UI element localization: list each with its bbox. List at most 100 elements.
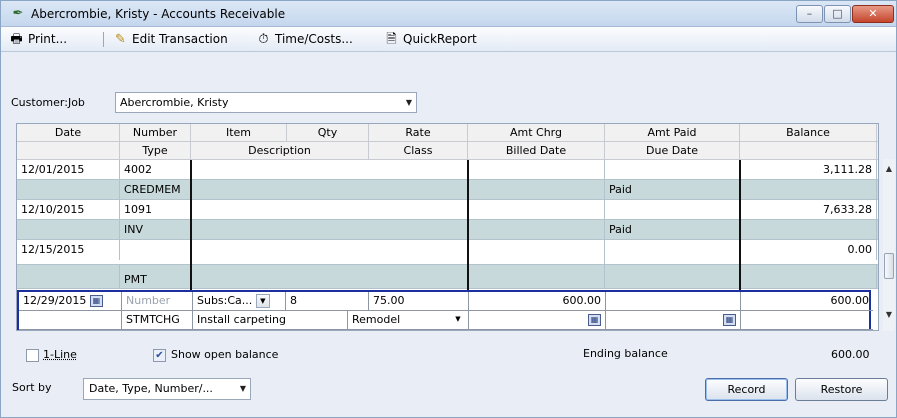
balance-cell: 3,111.28: [740, 160, 877, 180]
calendar-icon[interactable]: ▦: [588, 314, 601, 326]
description-cell: [191, 220, 468, 240]
header-number[interactable]: Number: [120, 124, 191, 142]
header-blank-2: [740, 142, 877, 160]
billed-date-cell: [468, 220, 605, 240]
table-row[interactable]: PMT: [17, 265, 878, 289]
header-amt-chrg[interactable]: Amt Chrg: [468, 124, 605, 142]
table-row[interactable]: 12/15/2015 0.00: [17, 240, 878, 265]
billed-date-cell: [468, 265, 605, 289]
rate-input[interactable]: 75.00: [369, 292, 469, 311]
type-cell: PMT: [120, 265, 191, 289]
header-description[interactable]: Description: [191, 142, 369, 160]
class-dropdown[interactable]: Remodel ▼: [348, 311, 469, 330]
billed-date-cell: [468, 180, 605, 200]
quickreport-button[interactable]: 🗎 QuickReport: [383, 30, 477, 49]
close-button[interactable]: ✕: [852, 5, 894, 23]
blank-cell: [19, 311, 122, 330]
amt-chrg-cell: [468, 240, 605, 265]
due-date-cell: [605, 265, 740, 289]
record-button[interactable]: Record: [705, 378, 788, 401]
register-scrollbar[interactable]: ▲ ▼: [883, 159, 895, 331]
date-value: 12/29/2015: [23, 294, 87, 307]
amt-paid-cell: [605, 240, 740, 265]
amt-paid-cell: [605, 200, 740, 220]
date-input[interactable]: 12/29/2015 ▦: [19, 292, 122, 311]
header-item[interactable]: Item: [191, 124, 287, 142]
chevron-down-icon: ▼: [239, 384, 246, 393]
stopwatch-icon: ⏱: [258, 32, 269, 47]
blank-cell: [17, 220, 120, 240]
table-row[interactable]: 12/10/2015 1091 7,633.28: [17, 200, 878, 220]
description-cell: [191, 180, 468, 200]
calendar-icon[interactable]: ▦: [89, 295, 103, 307]
table-row[interactable]: CREDMEM Paid: [17, 180, 878, 200]
header-class[interactable]: Class: [369, 142, 468, 160]
date-cell: 12/01/2015: [17, 160, 120, 180]
minimize-button[interactable]: –: [796, 5, 823, 23]
print-button[interactable]: 🖶 Print...: [8, 30, 67, 49]
date-cell: 12/15/2015: [17, 240, 120, 260]
chevron-down-icon[interactable]: ▼: [451, 313, 465, 327]
billed-date-input[interactable]: ▦: [469, 311, 606, 330]
header-row-2: Type Description Class Billed Date Due D…: [17, 142, 878, 160]
header-date[interactable]: Date: [17, 124, 120, 142]
number-input[interactable]: Number: [122, 292, 193, 311]
header-type[interactable]: Type: [120, 142, 191, 160]
sort-by-dropdown[interactable]: Date, Type, Number/... ▼: [83, 378, 251, 400]
scroll-down-icon[interactable]: ▼: [883, 309, 895, 321]
quickreport-label: QuickReport: [403, 32, 477, 46]
one-line-label[interactable]: 1-Line: [43, 348, 77, 362]
time-costs-button[interactable]: ⏱ Time/Costs...: [255, 30, 352, 49]
sort-by-label: Sort by: [12, 381, 52, 394]
due-date-input[interactable]: ▦: [606, 311, 741, 330]
header-blank: [17, 142, 120, 160]
header-amt-paid[interactable]: Amt Paid: [605, 124, 740, 142]
amt-chrg-input[interactable]: 600.00: [469, 292, 606, 311]
window-title: Abercrombie, Kristy - Accounts Receivabl…: [31, 7, 286, 21]
edit-transaction-button[interactable]: ✎ Edit Transaction: [112, 30, 228, 49]
amt-paid-input[interactable]: [606, 292, 741, 311]
balance-cell: 0.00: [740, 240, 877, 260]
printer-icon: 🖶: [10, 32, 23, 47]
scrollbar-thumb[interactable]: [884, 253, 894, 279]
customer-job-value: Abercrombie, Kristy: [120, 96, 229, 109]
maximize-button[interactable]: □: [824, 5, 851, 23]
one-line-checkbox[interactable]: [26, 349, 39, 362]
description-input[interactable]: Install carpeting: [193, 311, 348, 330]
amt-chrg-cell: [468, 200, 605, 220]
restore-button[interactable]: Restore: [795, 378, 888, 401]
item-dropdown[interactable]: Subs:Ca... ▼: [193, 292, 286, 311]
due-date-cell: Paid: [605, 180, 740, 200]
header-balance[interactable]: Balance: [740, 124, 877, 142]
chevron-down-icon[interactable]: ▼: [255, 294, 270, 308]
customer-job-dropdown[interactable]: Abercrombie, Kristy ▼: [115, 92, 417, 113]
due-date-cell: Paid: [605, 220, 740, 240]
blank-cell: [740, 265, 877, 289]
scroll-up-icon[interactable]: ▲: [883, 163, 895, 175]
calendar-icon[interactable]: ▦: [723, 314, 736, 326]
item-cell: [191, 240, 468, 265]
header-qty[interactable]: Qty: [287, 124, 369, 142]
type-cell: INV: [120, 220, 191, 240]
customer-job-label: Customer:Job: [11, 96, 85, 109]
header-rate[interactable]: Rate: [369, 124, 468, 142]
item-cell: [191, 160, 468, 180]
blank-cell: [17, 180, 120, 200]
blank-cell: [740, 220, 877, 240]
accounts-receivable-window: ✒ Abercrombie, Kristy - Accounts Receiva…: [0, 0, 897, 418]
blank-cell: [741, 311, 873, 330]
balance-cell: 7,633.28: [740, 200, 877, 220]
qty-input[interactable]: 8: [286, 292, 369, 311]
show-open-balance-label[interactable]: Show open balance: [171, 348, 278, 362]
table-row[interactable]: INV Paid: [17, 220, 878, 240]
column-divider: [467, 160, 469, 290]
ending-balance-label: Ending balance: [583, 347, 668, 360]
register-grid: Date Number Item Qty Rate Amt Chrg Amt P…: [16, 123, 879, 331]
show-open-balance-checkbox[interactable]: ✔: [153, 349, 166, 362]
header-due-date[interactable]: Due Date: [605, 142, 740, 160]
blank-cell: [17, 265, 120, 289]
transaction-edit-row: 12/29/2015 ▦ Number Subs:Ca... ▼ 8 75.00…: [17, 290, 873, 330]
report-icon: 🗎: [386, 32, 397, 47]
table-row[interactable]: 12/01/2015 4002 3,111.28: [17, 160, 878, 180]
header-billed-date[interactable]: Billed Date: [468, 142, 605, 160]
